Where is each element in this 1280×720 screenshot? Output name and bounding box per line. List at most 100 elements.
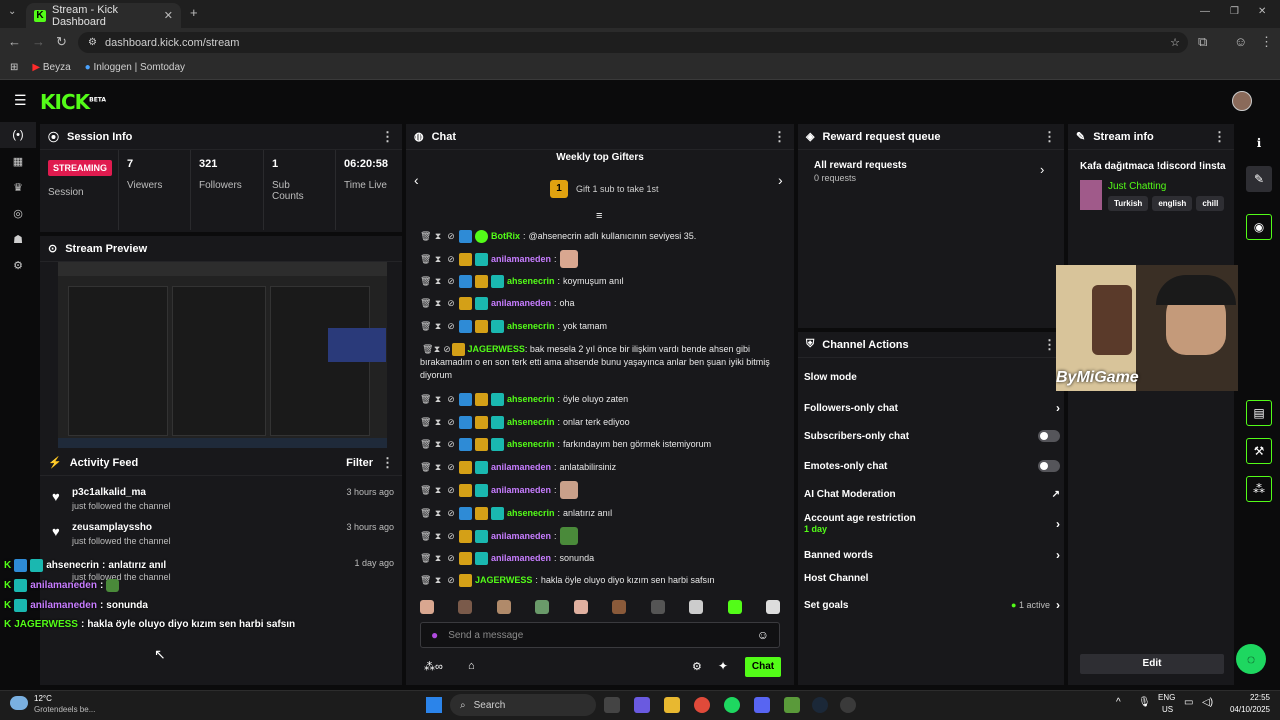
more-options-icon[interactable]: ⋮ <box>381 455 394 471</box>
url-input[interactable]: ⚙ dashboard.kick.com/stream ☆ <box>78 32 1188 53</box>
volume-icon[interactable]: ◁) <box>1202 697 1213 708</box>
chat-message[interactable]: 🗑 ⧗ ⊘ anilamaneden: <box>420 250 782 268</box>
bookmark-star-icon[interactable]: ☆ <box>1170 36 1180 49</box>
all-rewards-link[interactable]: All reward requests <box>814 160 907 171</box>
stream-preview-video[interactable] <box>58 262 387 448</box>
gift-icon[interactable]: ✦ <box>718 659 728 673</box>
microphone-tray-icon[interactable]: 🎙 <box>1138 697 1151 708</box>
chat-input[interactable]: ● Send a message ☺ <box>420 622 780 648</box>
emote[interactable] <box>612 600 627 614</box>
hamburger-menu-icon[interactable]: ☰ <box>14 92 27 109</box>
share-icon[interactable]: ⁂ <box>1246 476 1272 502</box>
edit-icon[interactable]: ✎ <box>1246 166 1272 192</box>
more-options-icon[interactable]: ⋮ <box>381 129 394 145</box>
emote[interactable] <box>689 600 704 614</box>
broadcast-icon[interactable]: (•) <box>0 122 36 148</box>
bookmark-item[interactable]: ● Inloggen | Somtoday <box>85 62 185 73</box>
chat-message[interactable]: 🗑 ⧗ ⊘ ahsenecrin: anlatırız anıl <box>420 507 782 520</box>
trophy-icon[interactable]: ♛ <box>0 174 36 200</box>
emote[interactable] <box>458 600 473 614</box>
category-link[interactable]: Just Chatting <box>1108 181 1166 192</box>
extensions-icon[interactable]: ⧉ <box>1198 34 1207 50</box>
emote[interactable] <box>650 600 665 614</box>
more-options-icon[interactable]: ⋮ <box>1043 337 1056 353</box>
slow-mode-row[interactable]: Slow mode <box>804 372 1060 383</box>
chat-message[interactable]: 🗑 ⧗ ⊘ anilamaneden: sonunda <box>420 552 782 565</box>
host-channel-row[interactable]: Host Channel <box>804 573 1060 584</box>
minimize-icon[interactable]: — <box>1200 6 1210 17</box>
more-options-icon[interactable]: ⋮ <box>1043 129 1056 145</box>
task-view-icon[interactable] <box>604 697 620 713</box>
account-age-row[interactable]: Account age restriction 1 day › <box>804 513 1060 535</box>
chat-message[interactable]: 🗑⧗ ⊘ JAGERWESS: bak mesela 2 yıl önce bir… <box>420 343 782 382</box>
pin-icon[interactable]: ≡ <box>596 210 602 222</box>
reload-icon[interactable]: ↻ <box>56 34 67 50</box>
stats-icon[interactable]: ▦ <box>0 148 36 174</box>
dashboard-icon[interactable]: ▤ <box>1246 400 1272 426</box>
chevron-right-icon[interactable]: › <box>1040 162 1044 177</box>
file-explorer-icon[interactable] <box>664 697 680 713</box>
emote[interactable] <box>496 600 511 614</box>
support-chat-icon[interactable]: ◌ <box>1236 644 1266 674</box>
taskbar-search[interactable]: ⌕ Search <box>450 694 596 716</box>
weather-temp[interactable]: 12°C <box>34 694 52 703</box>
new-tab-icon[interactable]: + <box>190 5 198 20</box>
set-goals-row[interactable]: Set goals ● 1 active › <box>804 598 1060 612</box>
profile-icon[interactable]: ☺ <box>1234 34 1247 49</box>
menu-icon[interactable]: ⋮ <box>1260 34 1273 50</box>
chat-message[interactable]: 🗑 ⧗ ⊘ ahsenecrin: öyle oluyo zaten <box>420 393 782 406</box>
steam-icon[interactable] <box>812 697 828 713</box>
chat-message[interactable]: 🗑 ⧗ ⊘ JAGERWESS: hakla öyle oluyo diyo kız… <box>420 574 782 587</box>
emotes-only-toggle[interactable] <box>1038 460 1060 472</box>
tray-chevron-icon[interactable]: ^ <box>1116 697 1121 708</box>
weather-icon[interactable] <box>10 696 28 710</box>
discord-icon[interactable] <box>754 697 770 713</box>
subscribers-only-toggle[interactable] <box>1038 430 1060 442</box>
back-icon[interactable]: ← <box>8 34 21 49</box>
emote[interactable] <box>765 600 780 614</box>
points-icon[interactable]: ⁂∞ <box>424 660 443 673</box>
microphone-icon[interactable]: ● <box>431 628 438 642</box>
emote[interactable] <box>535 600 550 614</box>
followers-only-row[interactable]: Followers-only chat › <box>804 401 1060 415</box>
send-chat-button[interactable]: Chat <box>745 657 781 677</box>
clock-time[interactable]: 22:55 <box>1230 693 1270 702</box>
chevron-right-icon[interactable]: › <box>778 172 783 188</box>
emote[interactable] <box>420 600 434 614</box>
network-icon[interactable]: ▭ <box>1184 697 1193 708</box>
browser-tab[interactable]: K Stream - Kick Dashboard ✕ <box>26 3 181 28</box>
emote[interactable] <box>573 600 588 614</box>
chat-message[interactable]: 🗑 ⧗ ⊘ ahsenecrin: farkındayım ben görmek i… <box>420 438 782 451</box>
apps-icon[interactable]: ⊞ <box>10 62 18 73</box>
close-window-icon[interactable]: ✕ <box>1258 6 1266 17</box>
chat-message[interactable]: 🗑 ⧗ ⊘ ahsenecrin: yok tamam <box>420 320 782 333</box>
camera-icon[interactable]: ◉ <box>1246 214 1272 240</box>
edit-button[interactable]: Edit <box>1080 654 1224 674</box>
emote[interactable] <box>727 600 742 614</box>
copilot-icon[interactable] <box>634 697 650 713</box>
chat-message[interactable]: 🗑 ⧗ ⊘ anilamaneden: anlatabilirsiniz <box>420 461 782 474</box>
chrome-icon[interactable] <box>694 697 710 713</box>
wrench-icon[interactable]: ⚒ <box>1246 438 1272 464</box>
info-icon[interactable]: ℹ <box>1246 130 1272 156</box>
bookmark-item[interactable]: ▶ Beyza <box>32 62 70 73</box>
forward-icon[interactable]: → <box>32 34 45 49</box>
settings-icon[interactable]: ⚙ <box>0 252 36 278</box>
maximize-icon[interactable]: ❐ <box>1230 6 1239 17</box>
camera-icon[interactable]: ◎ <box>0 200 36 226</box>
chat-message[interactable]: 🗑 ⧗ ⊘ anilamaneden: oha <box>420 297 782 310</box>
chat-message[interactable]: 🗑 ⧗ ⊘ BotRix: @ahsenecrin adlı kullanıcını… <box>420 230 782 243</box>
site-info-icon[interactable]: ⚙ <box>88 37 97 48</box>
chat-message[interactable]: 🗑 ⧗ ⊘ anilamaneden: <box>420 527 782 545</box>
chat-message[interactable]: 🗑 ⧗ ⊘ ahsenecrin: onlar terk ediyoo <box>420 416 782 429</box>
more-options-icon[interactable]: ⋮ <box>773 129 786 145</box>
spotify-icon[interactable] <box>724 697 740 713</box>
tab-list-icon[interactable]: ⌄ <box>8 6 16 17</box>
settings-icon[interactable]: ⚙ <box>692 660 702 673</box>
obs-icon[interactable] <box>840 697 856 713</box>
close-tab-icon[interactable]: ✕ <box>164 9 173 22</box>
avatar[interactable] <box>1232 91 1252 111</box>
language-indicator[interactable]: ENG <box>1158 693 1175 702</box>
kick-logo[interactable]: KICKBETA <box>40 90 106 114</box>
minecraft-icon[interactable] <box>784 697 800 713</box>
